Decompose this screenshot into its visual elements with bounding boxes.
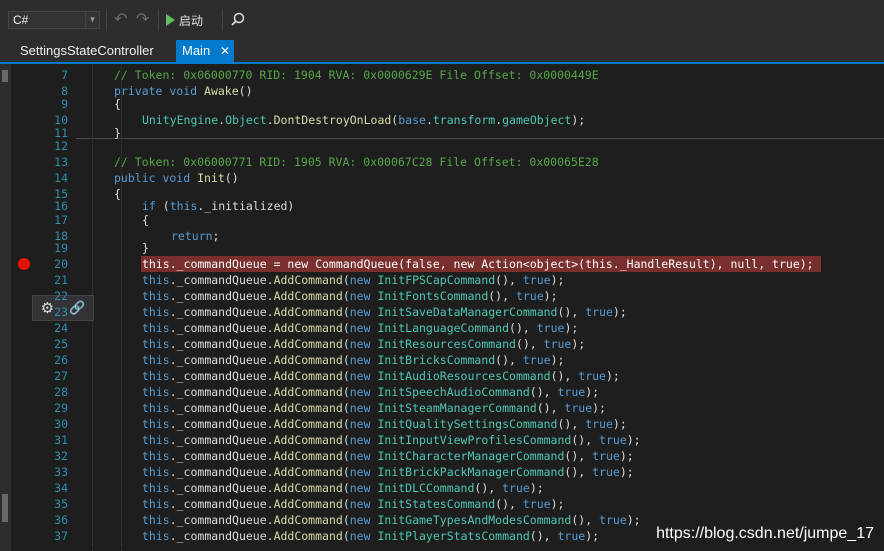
scroll-marker xyxy=(2,494,8,522)
tab-label: SettingsStateController xyxy=(20,43,154,58)
code-line: 26 this._commandQueue.AddCommand(new Init… xyxy=(54,353,565,367)
toolbar-separator xyxy=(222,9,223,31)
code-line: 27 this._commandQueue.AddCommand(new Init… xyxy=(54,369,620,383)
code-line: 34 this._commandQueue.AddCommand(new Init… xyxy=(54,481,544,495)
vertical-scrollbar[interactable] xyxy=(0,64,11,551)
code-line: 28 this._commandQueue.AddCommand(new Init… xyxy=(54,385,600,399)
code-line: 17{ xyxy=(54,213,149,227)
redo-icon[interactable]: ↷ xyxy=(136,10,149,30)
tab-main[interactable]: Main ✕ xyxy=(176,40,234,62)
toolbar-separator xyxy=(106,9,107,31)
code-line: 23 this._commandQueue.AddCommand(new Init… xyxy=(54,305,627,319)
close-icon[interactable]: ✕ xyxy=(220,40,230,62)
code-line: 14 public void Init() xyxy=(54,171,239,185)
code-editor[interactable]: ⚙ 🔗 7// Token: 0x06000770 RID: 1904 RVA:… xyxy=(11,64,884,551)
code-line: 19} xyxy=(54,241,149,255)
code-line: 24 this._commandQueue.AddCommand(new Init… xyxy=(54,321,579,335)
code-line: 22 this._commandQueue.AddCommand(new Init… xyxy=(54,289,558,303)
toolbar: C# ▼ ↶ ↷ 启动 xyxy=(0,0,884,40)
code-line: 29 this._commandQueue.AddCommand(new Init… xyxy=(54,401,606,415)
undo-icon[interactable]: ↶ xyxy=(114,10,127,30)
code-line: 32 this._commandQueue.AddCommand(new Init… xyxy=(54,449,634,463)
tab-settingsstatecontroller[interactable]: SettingsStateController xyxy=(14,40,160,62)
toolbar-separator xyxy=(158,9,159,31)
code-line: 7// Token: 0x06000770 RID: 1904 RVA: 0x0… xyxy=(61,68,599,82)
code-line: 25 this._commandQueue.AddCommand(new Init… xyxy=(54,337,586,351)
code-line: 33 this._commandQueue.AddCommand(new Init… xyxy=(54,465,634,479)
document-tabs: SettingsStateController Main ✕ xyxy=(0,40,884,62)
scroll-thumb[interactable] xyxy=(2,70,8,82)
language-value: C# xyxy=(13,13,29,27)
code-line: 30 this._commandQueue.AddCommand(new Init… xyxy=(54,417,627,431)
play-icon xyxy=(166,14,175,26)
code-line: 35 this._commandQueue.AddCommand(new Init… xyxy=(54,497,565,511)
code-line: 21 this._commandQueue.AddCommand(new Init… xyxy=(54,273,565,287)
chevron-down-icon: ▼ xyxy=(85,12,99,28)
start-label: 启动 xyxy=(179,13,204,28)
code-line: 13// Token: 0x06000771 RID: 1905 RVA: 0x… xyxy=(54,155,599,169)
language-dropdown[interactable]: C# ▼ xyxy=(8,11,100,29)
code-line: 12 xyxy=(54,139,68,153)
code-line: 9{ xyxy=(61,97,121,111)
start-button[interactable]: 启动 xyxy=(166,10,203,30)
search-icon[interactable] xyxy=(228,10,248,30)
watermark: https://blog.csdn.net/jumpe_17 xyxy=(656,525,874,542)
code-line: 31 this._commandQueue.AddCommand(new Init… xyxy=(54,433,641,447)
tab-label: Main xyxy=(182,43,211,58)
code-line: 20 this._commandQueue = new CommandQueue(… xyxy=(54,257,814,271)
